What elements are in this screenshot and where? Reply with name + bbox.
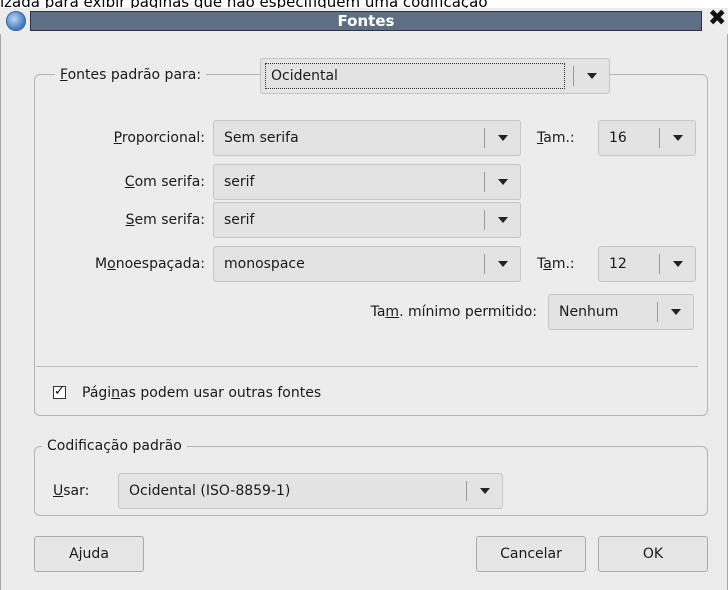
encoding-value: Ocidental (ISO-8859-1): [129, 483, 291, 499]
sans-serif-font-select[interactable]: serif: [213, 202, 521, 238]
fonts-for-select[interactable]: Ocidental: [260, 58, 610, 94]
cancel-button[interactable]: Cancelar: [476, 536, 586, 572]
chevron-down-icon: [660, 121, 695, 155]
monospace-font-select[interactable]: monospace: [213, 246, 521, 282]
chevron-down-icon: [658, 295, 693, 329]
proportional-label: Proporcional:: [113, 130, 205, 146]
min-size-label: Tam. mínimo permitido:: [370, 304, 537, 320]
min-size-value: Nenhum: [559, 304, 619, 320]
chevron-down-icon: [485, 165, 520, 199]
proportional-font-value: Sem serifa: [224, 130, 299, 146]
chevron-down-icon: [485, 121, 520, 155]
help-button[interactable]: Ajuda: [34, 536, 144, 572]
title-bar[interactable]: Fontes ✖: [0, 7, 728, 34]
proportional-font-select[interactable]: Sem serifa: [213, 120, 521, 156]
monospace-label: Monoespaçada:: [95, 256, 205, 272]
ok-button[interactable]: OK: [598, 536, 708, 572]
group-divider: [36, 366, 698, 367]
chevron-down-icon: [467, 474, 502, 508]
chevron-down-icon: [485, 203, 520, 237]
encoding-select[interactable]: Ocidental (ISO-8859-1): [118, 473, 503, 509]
proportional-size-select[interactable]: 16: [598, 120, 696, 156]
monospace-size-select[interactable]: 12: [598, 246, 696, 282]
serif-font-select[interactable]: serif: [213, 164, 521, 200]
monospace-font-value: monospace: [224, 256, 305, 272]
monospace-size-label: Tam.:: [537, 256, 575, 272]
window-title: Fontes: [337, 12, 395, 30]
close-icon[interactable]: ✖: [708, 7, 728, 31]
serif-font-value: serif: [224, 174, 255, 190]
sans-serif-font-value: serif: [224, 212, 255, 228]
left-border: [0, 34, 1, 590]
allow-page-fonts-checkbox[interactable]: [53, 383, 66, 401]
proportional-size-value: 16: [609, 130, 627, 146]
serif-label: Com serifa:: [124, 174, 205, 190]
allow-page-fonts-label[interactable]: Páginas podem usar outras fontes: [82, 383, 321, 403]
fonts-for-label: Fontes padrão para:: [55, 65, 207, 85]
focus-ring: [265, 63, 565, 89]
encoding-use-label: Usar:: [53, 483, 90, 499]
chevron-down-icon: [485, 247, 520, 281]
proportional-size-label: Tam.:: [537, 130, 575, 146]
app-icon: [6, 11, 26, 31]
monospace-size-value: 12: [609, 256, 627, 272]
encoding-legend: Codificação padrão: [42, 436, 187, 456]
min-size-select[interactable]: Nenhum: [548, 294, 694, 330]
chevron-down-icon: [660, 247, 695, 281]
sans-serif-label: Sem serifa:: [125, 212, 205, 228]
chevron-down-icon: [574, 59, 609, 93]
title-strip: Fontes: [30, 11, 702, 31]
